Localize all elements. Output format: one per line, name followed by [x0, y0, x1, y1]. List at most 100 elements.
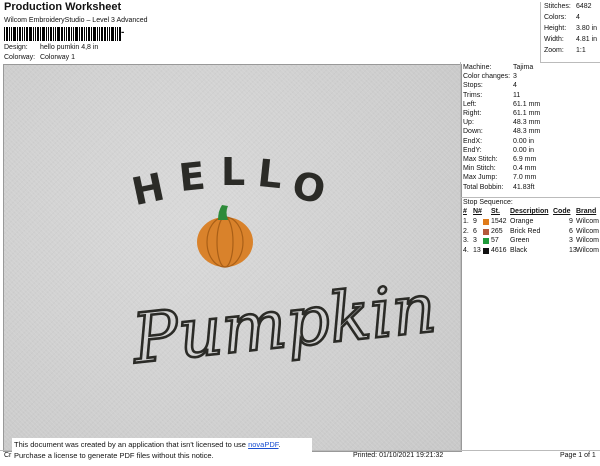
stop-sequence-cell-num: 3. [463, 237, 469, 244]
machine-info-label: EndY: [463, 146, 482, 154]
machine-info-value: 61.1 mm [513, 110, 541, 117]
stat-label: Height: [544, 25, 567, 32]
stop-sequence-cell-n: 6 [473, 227, 477, 235]
machine-info-row: Right: 61.1 mm [463, 110, 540, 117]
stop-sequence-cell-brand: Wilcom [576, 237, 599, 244]
design-preview-canvas: H E L L O Pumpkin [3, 64, 462, 452]
machine-info-value: 41.83ft [513, 183, 535, 191]
stat-value: 1:1 [576, 47, 586, 54]
machine-info-label: Max Jump: [463, 174, 498, 182]
design-label: Design: [4, 44, 28, 51]
machine-info-row: Color changes: 3 [463, 73, 517, 80]
page-number: Page 1 of 1 [560, 452, 596, 459]
hello-letter: L [221, 150, 245, 194]
stop-sequence-cell-n: 13 [473, 246, 481, 254]
stop-sequence-header: N# [473, 208, 482, 215]
machine-info-value: 0.4 mm [513, 165, 537, 173]
stop-sequence-cell-num: 1. [463, 218, 469, 225]
machine-info-value: Tajima [513, 64, 534, 71]
stat-label: Zoom: [544, 47, 564, 54]
machine-info-row: EndY: 0.00 in [463, 147, 534, 154]
machine-info-label: Total Bobbin: [463, 183, 504, 191]
machine-info-label: Machine: [463, 64, 492, 71]
stat-row: Zoom: 1:1 [544, 47, 586, 54]
machine-info-value: 7.0 mm [513, 174, 537, 182]
stop-sequence-header: Brand [576, 208, 597, 215]
stat-row: Stitches: 6482 [544, 3, 592, 10]
machine-info-row: EndX: 0.00 in [463, 138, 534, 145]
colorway-label: Colorway: [4, 54, 36, 61]
stat-label: Stitches: [544, 3, 571, 10]
machine-info-label: Max Stitch: [463, 156, 498, 163]
machine-info-label: Up: [463, 119, 474, 127]
machine-info-row: Trims: 11 [463, 92, 520, 99]
machine-info-label: Down: [463, 128, 483, 136]
machine-info-label: Stops: [463, 82, 483, 90]
stop-sequence-cell-n: 9 [473, 218, 477, 225]
machine-info-label: Trims: [463, 91, 483, 99]
stat-row: Width: 4.81 in [544, 36, 597, 43]
stop-sequence-cell-desc: Black [510, 246, 528, 254]
machine-info-value: 0.00 in [513, 137, 535, 145]
pumpkin-motif [197, 205, 253, 268]
thread-color-swatch [483, 219, 489, 225]
hello-letter: E [177, 154, 207, 200]
machine-info-value: 3 [513, 73, 517, 81]
colorway-value: Colorway 1 [39, 54, 75, 61]
stop-sequence-header: St. [491, 208, 500, 215]
machine-info-value: 11 [513, 91, 521, 99]
notice-line-2: Purchase a license to generate PDF files… [14, 451, 214, 460]
machine-info-panel: Machine: Tajima Color changes: 3 Stops: 4 Trim… [460, 62, 600, 450]
machine-info-value: 4 [513, 82, 517, 90]
notice-line-1: This document was created by an applicat… [14, 439, 310, 450]
hello-letter: H [128, 165, 168, 215]
thread-color-swatch [483, 228, 489, 235]
machine-info-row: Total Bobbin: 41.83ft [463, 184, 534, 191]
notice-text: This document was created by an applicat… [14, 440, 249, 449]
footer-left-text: Cr [4, 452, 12, 459]
stop-sequence-cell-st: 57 [491, 237, 499, 244]
pumpkin-script-text: Pumpkin [127, 269, 440, 380]
machine-info-label: EndX: [463, 137, 483, 145]
machine-info-value: 0.00 in [513, 146, 535, 154]
design-row: Design: hello pumkin 4,8 in [4, 44, 98, 51]
machine-info-value: 6.9 mm [513, 156, 537, 163]
stop-sequence-cell-st: 265 [491, 227, 503, 235]
machine-info-row: Left: 61.1 mm [463, 101, 540, 108]
machine-info-row: Min Stitch: 0.4 mm [463, 165, 536, 172]
stop-sequence-cell-brand: Wilcom [576, 218, 599, 225]
thread-color-swatch [483, 247, 489, 254]
stop-sequence-cell-st: 4616 [491, 246, 507, 254]
embroidery-artwork: H E L L O Pumpkin [126, 150, 441, 381]
stat-label: Colors: [544, 14, 567, 21]
stop-sequence-cell-brand: Wilcom [576, 227, 599, 235]
software-subtitle: Wilcom EmbroideryStudio – Level 3 Advanc… [4, 17, 148, 24]
machine-info-label: Left: [463, 100, 477, 108]
license-notice: This document was created by an applicat… [12, 438, 312, 466]
machine-info-label: Right: [463, 110, 482, 117]
stop-sequence-cell-n: 3 [473, 237, 477, 244]
stop-sequence-cell-code: 9 [569, 218, 573, 225]
stat-value: 4 [576, 14, 580, 21]
novapdf-link[interactable]: novaPDF [248, 440, 278, 449]
barcode-mark: - [121, 27, 125, 38]
stop-sequence-header: Description [510, 208, 549, 215]
stop-sequence-title: Stop Sequence: [463, 199, 513, 206]
stat-label: Width: [544, 36, 564, 43]
stop-sequence-cell-code: 6 [569, 227, 573, 235]
stat-value: 6482 [576, 3, 592, 10]
hello-letter: O [289, 163, 330, 213]
divider [461, 197, 600, 198]
machine-info-label: Color changes: [463, 73, 511, 81]
machine-info-row: Down: 48.3 mm [463, 128, 540, 135]
stop-sequence-header: Code [553, 208, 571, 215]
stop-sequence-header: # [463, 208, 467, 215]
stop-sequence-cell-st: 1542 [491, 218, 507, 225]
machine-info-row: Max Jump: 7.0 mm [463, 174, 536, 181]
machine-info-value: 61.1 mm [513, 100, 541, 108]
design-value: hello pumkin 4,8 in [39, 44, 99, 51]
printed-timestamp: Printed: 01/10/2021 19:21:32 [353, 452, 444, 459]
stop-sequence-cell-num: 2. [463, 227, 469, 235]
stop-sequence-cell-num: 4. [463, 246, 469, 254]
stat-value: 3.80 in [576, 25, 598, 32]
